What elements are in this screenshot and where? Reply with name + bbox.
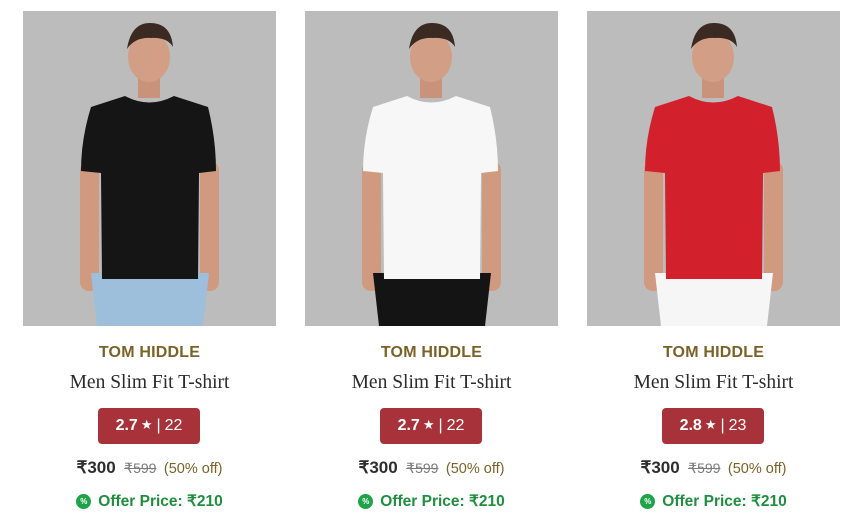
price-row: ₹300 ₹599 (50% off) — [305, 458, 558, 478]
rating-score: 2.8 — [679, 417, 702, 434]
product-title[interactable]: Men Slim Fit T-shirt — [23, 372, 276, 394]
percent-badge-icon: % — [76, 494, 92, 509]
brand-name: TOM HIDDLE — [380, 344, 483, 361]
sale-price: ₹300 — [358, 458, 398, 477]
brand-name: TOM HIDDLE — [98, 344, 201, 361]
product-title[interactable]: Men Slim Fit T-shirt — [587, 372, 840, 394]
sale-price: ₹300 — [640, 458, 680, 477]
review-count: 23 — [728, 417, 747, 434]
sale-price: ₹300 — [76, 458, 116, 477]
offer-price: Offer Price: ₹210 — [98, 493, 223, 510]
rating-score: 2.7 — [115, 417, 138, 434]
rating-separator: | — [156, 417, 161, 434]
discount-percent: (50% off) — [445, 461, 505, 477]
original-price: ₹599 — [406, 460, 439, 476]
model-photo — [587, 11, 840, 326]
rating-separator: | — [438, 417, 443, 434]
original-price: ₹599 — [688, 460, 721, 476]
percent-badge-icon: % — [358, 494, 374, 509]
review-count: 22 — [164, 417, 183, 434]
product-title[interactable]: Men Slim Fit T-shirt — [305, 372, 558, 394]
rating-badge[interactable]: 2.7 ★ | 22 — [380, 408, 482, 444]
product-card[interactable]: TOM HIDDLE Men Slim Fit T-shirt 2.7 ★ | … — [305, 11, 558, 521]
product-image[interactable] — [23, 11, 276, 326]
discount-percent: (50% off) — [163, 461, 223, 477]
product-image[interactable] — [587, 11, 840, 326]
original-price: ₹599 — [124, 460, 157, 476]
percent-badge-icon: % — [640, 494, 656, 509]
rating-score: 2.7 — [397, 417, 420, 434]
star-icon: ★ — [704, 417, 717, 432]
discount-percent: (50% off) — [727, 461, 787, 477]
price-row: ₹300 ₹599 (50% off) — [587, 458, 840, 478]
star-icon: ★ — [422, 417, 435, 432]
review-count: 22 — [446, 417, 465, 434]
offer-price: Offer Price: ₹210 — [380, 493, 505, 510]
model-photo — [23, 11, 276, 326]
brand-name: TOM HIDDLE — [662, 344, 765, 361]
rating-badge[interactable]: 2.7 ★ | 22 — [98, 408, 200, 444]
product-card[interactable]: TOM HIDDLE Men Slim Fit T-shirt 2.7 ★ | … — [23, 11, 276, 521]
offer-price-row: % Offer Price: ₹210 — [587, 492, 840, 511]
product-image[interactable] — [305, 11, 558, 326]
product-card[interactable]: TOM HIDDLE Men Slim Fit T-shirt 2.8 ★ | … — [587, 11, 840, 521]
offer-price-row: % Offer Price: ₹210 — [305, 492, 558, 511]
rating-separator: | — [720, 417, 725, 434]
star-icon: ★ — [140, 417, 153, 432]
model-photo — [305, 11, 558, 326]
offer-price-row: % Offer Price: ₹210 — [23, 492, 276, 511]
product-grid: TOM HIDDLE Men Slim Fit T-shirt 2.7 ★ | … — [0, 0, 846, 529]
offer-price: Offer Price: ₹210 — [662, 493, 787, 510]
price-row: ₹300 ₹599 (50% off) — [23, 458, 276, 478]
rating-badge[interactable]: 2.8 ★ | 23 — [662, 408, 764, 444]
